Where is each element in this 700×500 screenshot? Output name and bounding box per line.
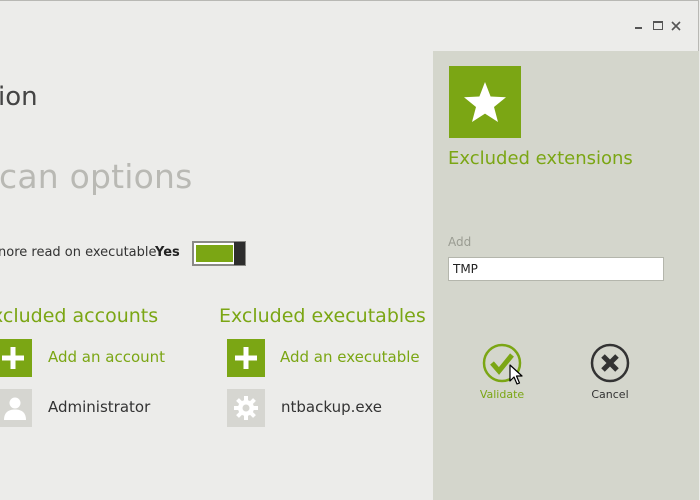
toggle-fill — [196, 245, 233, 262]
add-extension-input[interactable] — [448, 257, 664, 281]
maximize-icon[interactable] — [651, 18, 665, 32]
cancel-circle-icon — [590, 343, 630, 383]
ignore-read-option-value: Yes — [155, 245, 180, 260]
plus-icon — [235, 347, 257, 369]
executable-item-icon-tile — [227, 389, 265, 427]
excluded-executables-heading: Excluded executables — [219, 305, 426, 327]
section-title: can options — [0, 157, 193, 196]
cancel-label: Cancel — [591, 388, 629, 401]
add-extension-label: Add — [448, 235, 472, 249]
page-title: ion — [0, 82, 38, 112]
account-item-label[interactable]: Administrator — [48, 398, 150, 416]
validate-label: Validate — [479, 388, 525, 401]
plus-icon — [2, 347, 24, 369]
close-icon[interactable] — [669, 18, 683, 32]
mouse-cursor-icon — [509, 364, 523, 385]
account-item-icon-tile — [0, 389, 32, 427]
star-icon — [464, 82, 506, 122]
toggle-thumb[interactable] — [234, 242, 245, 265]
gear-icon — [234, 396, 258, 420]
add-executable-button[interactable] — [227, 339, 265, 377]
ignore-read-option-label: nore read on executable — [0, 245, 157, 260]
add-executable-link[interactable]: Add an executable — [280, 348, 420, 366]
excluded-accounts-heading: xcluded accounts — [0, 305, 159, 327]
panel-icon-tile — [449, 66, 521, 138]
executable-item-label[interactable]: ntbackup.exe — [281, 398, 382, 416]
ignore-read-toggle[interactable] — [192, 241, 246, 266]
cancel-button[interactable]: Cancel — [575, 343, 645, 401]
add-account-button[interactable] — [0, 339, 32, 377]
user-icon — [4, 397, 26, 420]
panel-title: Excluded extensions — [448, 148, 633, 169]
validate-button[interactable]: Validate — [467, 343, 537, 401]
excluded-extensions-panel: Excluded extensions Add Validate Cancel — [433, 51, 699, 500]
minimize-icon[interactable] — [632, 18, 646, 32]
add-account-link[interactable]: Add an account — [48, 348, 165, 366]
